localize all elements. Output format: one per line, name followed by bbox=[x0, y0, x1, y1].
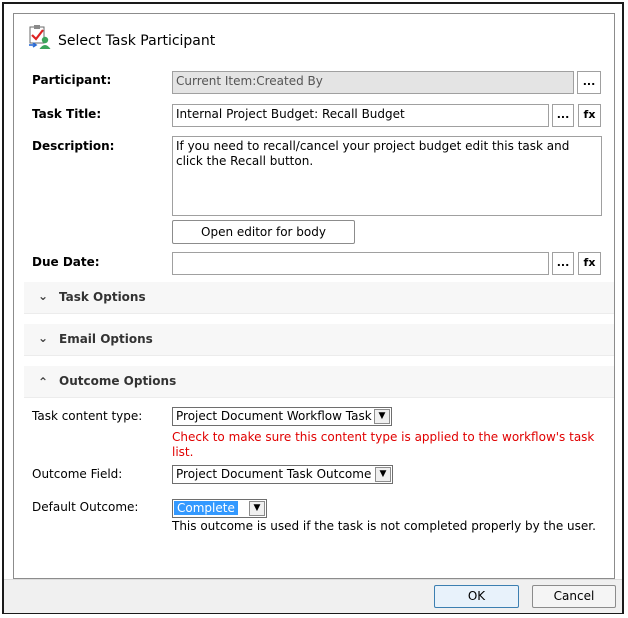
task-title-field[interactable]: Internal Project Budget: Recall Budget bbox=[172, 104, 549, 127]
due-date-browse-button[interactable]: ... bbox=[552, 252, 574, 275]
email-options-section[interactable]: ⌄ Email Options bbox=[24, 324, 614, 356]
due-date-fx-button[interactable]: fx bbox=[578, 252, 601, 275]
dropdown-arrow-icon: ▼ bbox=[375, 467, 391, 482]
default-outcome-dropdown[interactable]: Complete ▼ bbox=[172, 499, 267, 518]
outcome-field-dropdown[interactable]: Project Document Task Outcome ▼ bbox=[172, 465, 393, 484]
outcome-options-label: Outcome Options bbox=[59, 374, 177, 388]
task-options-label: Task Options bbox=[59, 290, 146, 304]
email-options-label: Email Options bbox=[59, 332, 153, 346]
chevron-down-icon: ⌄ bbox=[38, 331, 49, 345]
ok-button[interactable]: OK bbox=[434, 585, 519, 608]
due-date-label: Due Date: bbox=[32, 255, 100, 269]
chevron-down-icon: ⌄ bbox=[38, 289, 49, 303]
dropdown-arrow-icon: ▼ bbox=[374, 409, 390, 424]
task-title-fx-button[interactable]: fx bbox=[578, 104, 601, 127]
dialog-content: Select Task Participant Participant: Cur… bbox=[13, 13, 615, 579]
task-content-type-value: Project Document Workflow Task bbox=[176, 409, 372, 423]
select-task-participant-dialog: Select Task Participant Participant: Cur… bbox=[2, 2, 624, 614]
task-content-type-dropdown[interactable]: Project Document Workflow Task ▼ bbox=[172, 407, 392, 426]
task-participant-icon bbox=[28, 24, 52, 50]
participant-browse-button[interactable]: ... bbox=[577, 71, 601, 94]
dialog-footer: OK Cancel bbox=[4, 579, 622, 613]
outcome-field-value: Project Document Task Outcome bbox=[176, 467, 372, 481]
outcome-options-section[interactable]: ⌃ Outcome Options bbox=[24, 366, 614, 398]
task-content-type-label: Task content type: bbox=[32, 409, 143, 423]
participant-field[interactable]: Current Item:Created By bbox=[172, 71, 574, 94]
content-type-warning: Check to make sure this content type is … bbox=[172, 430, 595, 459]
chevron-up-icon: ⌃ bbox=[38, 375, 49, 389]
default-outcome-value: Complete bbox=[174, 501, 238, 515]
due-date-field[interactable] bbox=[172, 252, 549, 275]
dropdown-arrow-icon: ▼ bbox=[249, 501, 265, 516]
dialog-title: Select Task Participant bbox=[58, 33, 216, 49]
task-options-section[interactable]: ⌄ Task Options bbox=[24, 282, 614, 314]
cancel-button[interactable]: Cancel bbox=[532, 585, 616, 608]
default-outcome-note: This outcome is used if the task is not … bbox=[172, 519, 596, 533]
outcome-field-label: Outcome Field: bbox=[32, 467, 123, 481]
description-label: Description: bbox=[32, 139, 115, 153]
default-outcome-label: Default Outcome: bbox=[32, 500, 139, 514]
open-editor-for-body-button[interactable]: Open editor for body bbox=[172, 220, 355, 244]
participant-label: Participant: bbox=[32, 73, 112, 87]
task-title-browse-button[interactable]: ... bbox=[552, 104, 574, 127]
description-field[interactable]: If you need to recall/cancel your projec… bbox=[172, 136, 602, 216]
task-title-label: Task Title: bbox=[32, 107, 102, 121]
